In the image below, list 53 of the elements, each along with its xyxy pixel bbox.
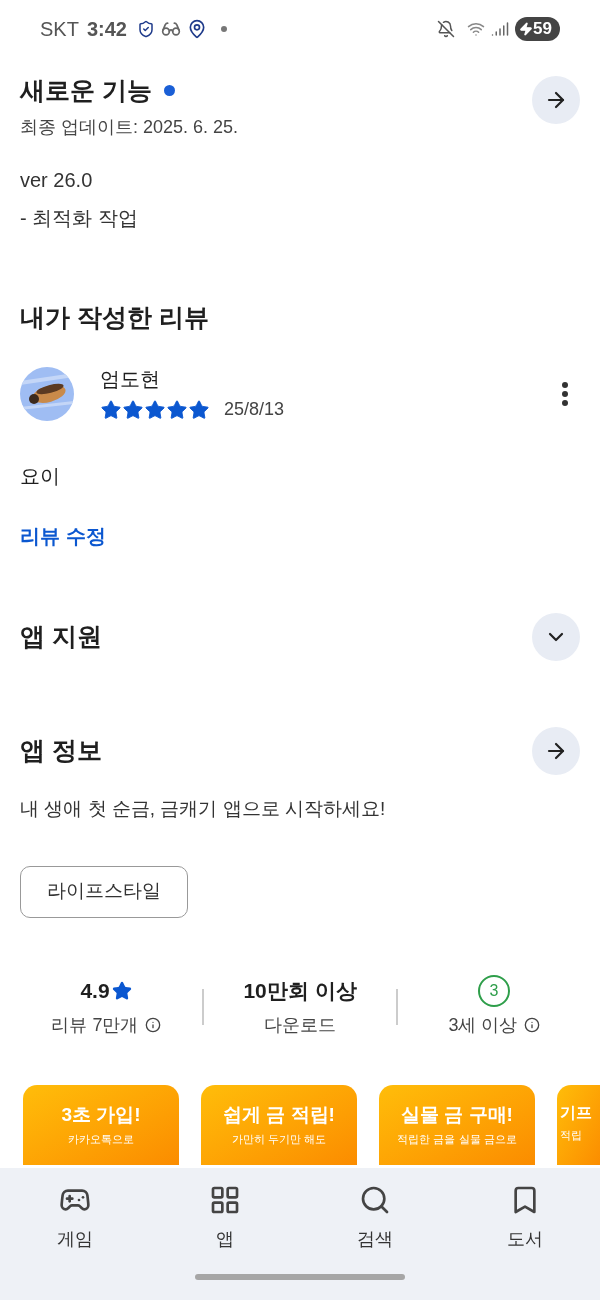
info-icon[interactable] <box>523 1017 540 1033</box>
star-icon <box>111 980 132 1001</box>
shield-icon <box>136 20 155 38</box>
section-title: 내가 작성한 리뷰 <box>19 301 210 333</box>
stat-label: 3세 이상 <box>448 1013 518 1037</box>
more-button[interactable] <box>560 379 570 408</box>
edit-review-link[interactable]: 리뷰 수정 <box>20 521 106 551</box>
release-note: ver 26.0 <box>20 167 94 193</box>
app-description: 내 생애 첫 순금, 금캐기 앱으로 시작하세요! <box>19 797 387 821</box>
nav-tab[interactable]: 도서 <box>450 1184 600 1253</box>
signal-icon <box>491 20 510 38</box>
screenshot-subtitle: 적립한 금을 실물 금으로 <box>397 1132 517 1147</box>
section-title: 앱 지원 <box>20 621 102 653</box>
screenshot-title: 기프 <box>560 1102 592 1123</box>
reviewer-name: 엄도현 <box>100 367 161 392</box>
mute-icon <box>437 20 456 38</box>
screenshot-subtitle: 카카오톡으로 <box>68 1132 134 1147</box>
info-icon[interactable] <box>144 1017 161 1033</box>
nav-tab[interactable]: 앱 <box>150 1184 300 1253</box>
stat-label: 리뷰 7만개 <box>51 1013 139 1037</box>
battery-indicator: 59 <box>515 17 560 41</box>
screenshot-subtitle: 가만히 두기만 해도 <box>231 1132 327 1147</box>
arrow-button[interactable] <box>532 76 580 124</box>
release-note: - 최적화 작업 <box>20 205 139 231</box>
section-title: 앱 정보 <box>20 735 102 767</box>
arrow-button[interactable] <box>532 727 580 775</box>
carrier-label: SKT <box>40 17 79 42</box>
review-date: 25/8/13 <box>224 398 285 421</box>
star-icon <box>144 398 166 421</box>
star-icon <box>166 398 188 421</box>
screenshot-title: 쉽게 금 적립! <box>223 1102 335 1127</box>
star-icon <box>100 398 122 421</box>
update-date: 최종 업데이트: 2025. 6. 25. <box>20 115 240 139</box>
stat-value: 4.9 <box>80 977 110 1004</box>
screenshot-title: 3초 가입! <box>61 1102 141 1127</box>
glasses-icon <box>160 19 181 39</box>
screenshot-title: 실물 금 구매! <box>401 1102 513 1127</box>
star-icon <box>188 398 210 421</box>
category-chip[interactable]: 라이프스타일 <box>20 865 188 918</box>
screenshot-subtitle: 적립 <box>560 1127 582 1143</box>
wifi-icon <box>467 20 486 38</box>
grid-icon <box>209 1184 241 1216</box>
section-title: 새로운 기능 <box>20 75 152 106</box>
star-icon <box>122 398 144 421</box>
review-text: 요이 <box>19 464 61 489</box>
clock: 3:42 <box>86 17 127 42</box>
search-icon <box>359 1184 391 1216</box>
stat-value: 10만회 이상 <box>243 977 357 1004</box>
age-rating-badge: 3 <box>478 974 510 1007</box>
more-icon <box>562 381 568 406</box>
stat-label: 다운로드 <box>264 1013 336 1037</box>
nav-tab[interactable]: 검색 <box>300 1184 450 1253</box>
nav-tab[interactable]: 게임 <box>0 1184 150 1253</box>
